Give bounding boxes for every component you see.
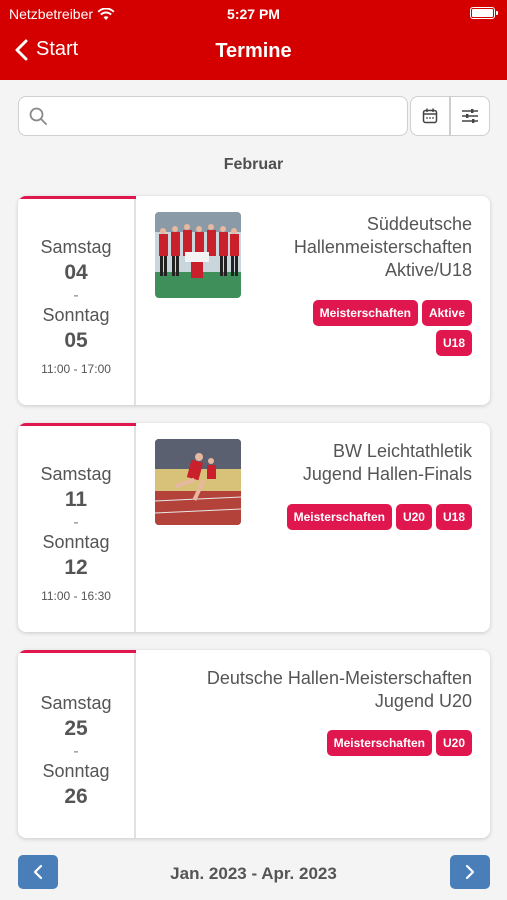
event-title: Süddeutsche Hallenmeisterschaften Aktive… [293,214,472,280]
start-day: Samstag [40,464,112,484]
end-day: Sonntag [42,761,110,781]
status-bar: Netzbetreiber 5:27 PM [0,0,507,28]
end-day: Sonntag [42,532,110,552]
chevron-right-icon [465,864,475,880]
event-date-column: Samstag 04 - Sonntag 05 11:00 - 17:00 [18,196,136,405]
event-tags: Meisterschaften Aktive U18 [282,300,472,356]
date-separator: - [73,287,79,304]
page-title: Termine [215,40,292,62]
month-heading: Februar [223,156,284,173]
start-day: Samstag [40,237,112,257]
battery-icon [470,7,498,19]
tag-meisterschaften[interactable]: Meisterschaften [286,504,392,530]
event-date-column: Samstag 11 - Sonntag 12 11:00 - 16:30 [18,423,136,632]
tag-u20[interactable]: U20 [435,730,472,756]
end-date: 26 [64,785,88,808]
event-times: 11:00 - 16:30 [41,589,111,603]
event-photo [155,212,241,298]
start-day: Samstag [40,693,112,713]
tag-u20[interactable]: U20 [395,504,432,530]
event-card[interactable]: Samstag 11 - Sonntag 12 11:00 - 16:30 BW… [18,423,490,632]
start-date: 04 [64,261,88,284]
date-separator: - [73,743,79,760]
tag-u18[interactable]: U18 [435,330,472,356]
next-range-button[interactable] [450,855,490,889]
start-date: 11 [64,488,88,511]
event-tags: Meisterschaften U20 U18 [242,504,472,530]
event-tags: Meisterschaften U20 [242,730,472,756]
event-title: Deutsche Hallen-Meisterschaften Jugend U… [206,668,472,711]
search-field[interactable] [18,96,408,136]
end-date: 05 [64,329,88,352]
filter-button[interactable] [450,96,490,136]
event-date-column: Samstag 25 - Sonntag 26 [18,650,136,838]
search-icon [29,107,47,125]
calendar-button[interactable] [410,96,450,136]
tag-u18[interactable]: U18 [435,504,472,530]
end-date: 12 [64,556,88,579]
calendar-icon [422,108,438,124]
event-times: 11:00 - 17:00 [41,362,111,376]
date-range-label: Jan. 2023 - Apr. 2023 [170,864,337,883]
search-input[interactable] [55,107,375,125]
event-card[interactable]: Samstag 04 - Sonntag 05 11:00 - 17:00 Sü… [18,196,490,405]
start-date: 25 [64,717,88,740]
sliders-icon [462,109,478,123]
event-photo [155,439,241,525]
event-card[interactable]: Samstag 25 - Sonntag 26 Deutsche Hallen-… [18,650,490,838]
tag-meisterschaften[interactable]: Meisterschaften [326,730,432,756]
tag-aktive[interactable]: Aktive [421,300,472,326]
event-title: BW Leichtathletik Jugend Hallen-Finals [302,441,472,484]
status-time: 5:27 PM [227,6,280,22]
date-separator: - [73,514,79,531]
tag-meisterschaften[interactable]: Meisterschaften [312,300,418,326]
app-header: Netzbetreiber 5:27 PM Start Termine [0,0,507,80]
end-day: Sonntag [42,305,110,325]
